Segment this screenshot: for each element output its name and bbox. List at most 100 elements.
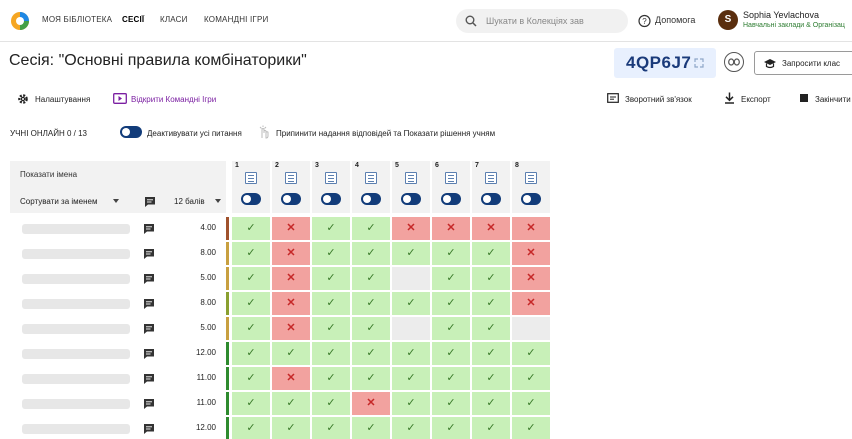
question-column-header[interactable]: 2: [272, 161, 310, 213]
correct-answer-cell[interactable]: ✓: [512, 367, 550, 390]
student-row[interactable]: 5.00 ✓ ✕ ✓ ✓ ✓ ✓: [0, 317, 852, 341]
copy-link-button[interactable]: [724, 52, 744, 72]
chat-icon[interactable]: [144, 196, 156, 208]
nav-my-library[interactable]: МОЯ БІБЛІОТЕКА: [42, 15, 112, 24]
question-type-icon[interactable]: [245, 172, 257, 184]
correct-answer-cell[interactable]: ✓: [312, 292, 350, 315]
question-type-icon[interactable]: [485, 172, 497, 184]
correct-answer-cell[interactable]: ✓: [272, 417, 310, 439]
wrong-answer-cell[interactable]: ✕: [512, 217, 550, 240]
correct-answer-cell[interactable]: ✓: [352, 342, 390, 365]
expand-icon[interactable]: [694, 58, 704, 68]
correct-answer-cell[interactable]: ✓: [392, 392, 430, 415]
wrong-answer-cell[interactable]: ✕: [272, 267, 310, 290]
correct-answer-cell[interactable]: ✓: [472, 417, 510, 439]
chat-icon[interactable]: [143, 398, 155, 410]
correct-answer-cell[interactable]: ✓: [312, 417, 350, 439]
help-link[interactable]: Допомога: [655, 15, 695, 25]
correct-answer-cell[interactable]: ✓: [432, 317, 470, 340]
sort-by-dropdown[interactable]: Сортувати за іменем: [20, 197, 97, 206]
question-active-toggle[interactable]: [521, 193, 541, 205]
chat-icon[interactable]: [143, 323, 155, 335]
hand-pointer-icon[interactable]: [258, 125, 270, 139]
wrong-answer-cell[interactable]: ✕: [432, 217, 470, 240]
chat-icon[interactable]: [143, 248, 155, 260]
correct-answer-cell[interactable]: ✓: [392, 417, 430, 439]
chat-icon[interactable]: [143, 348, 155, 360]
correct-answer-cell[interactable]: ✓: [272, 342, 310, 365]
student-row[interactable]: 5.00 ✓ ✕ ✓ ✓ ✓ ✓ ✕: [0, 267, 852, 291]
correct-answer-cell[interactable]: ✓: [432, 417, 470, 439]
question-active-toggle[interactable]: [481, 193, 501, 205]
unanswered-cell[interactable]: [392, 317, 430, 340]
correct-answer-cell[interactable]: ✓: [312, 317, 350, 340]
feedback-link[interactable]: Зворотний зв'язок: [625, 95, 692, 104]
correct-answer-cell[interactable]: ✓: [432, 367, 470, 390]
question-type-icon[interactable]: [405, 172, 417, 184]
gear-icon[interactable]: [17, 93, 29, 105]
wrong-answer-cell[interactable]: ✕: [272, 367, 310, 390]
correct-answer-cell[interactable]: ✓: [392, 367, 430, 390]
correct-answer-cell[interactable]: ✓: [352, 292, 390, 315]
correct-answer-cell[interactable]: ✓: [312, 267, 350, 290]
wrong-answer-cell[interactable]: ✕: [512, 267, 550, 290]
nav-sessions[interactable]: СЕСІЇ: [122, 15, 144, 24]
stop-square-icon[interactable]: [800, 94, 808, 102]
correct-answer-cell[interactable]: ✓: [232, 417, 270, 439]
correct-answer-cell[interactable]: ✓: [432, 392, 470, 415]
correct-answer-cell[interactable]: ✓: [312, 392, 350, 415]
app-logo-icon[interactable]: [10, 11, 30, 31]
question-active-toggle[interactable]: [241, 193, 261, 205]
question-active-toggle[interactable]: [401, 193, 421, 205]
export-link[interactable]: Експорт: [741, 95, 771, 104]
correct-answer-cell[interactable]: ✓: [392, 292, 430, 315]
wrong-answer-cell[interactable]: ✕: [272, 292, 310, 315]
correct-answer-cell[interactable]: ✓: [512, 417, 550, 439]
correct-answer-cell[interactable]: ✓: [232, 392, 270, 415]
student-row[interactable]: 12.00 ✓ ✓ ✓ ✓ ✓ ✓ ✓ ✓: [0, 417, 852, 439]
correct-answer-cell[interactable]: ✓: [312, 367, 350, 390]
avatar[interactable]: S: [718, 10, 738, 30]
question-type-icon[interactable]: [445, 172, 457, 184]
correct-answer-cell[interactable]: ✓: [352, 242, 390, 265]
correct-answer-cell[interactable]: ✓: [272, 392, 310, 415]
question-column-header[interactable]: 5: [392, 161, 430, 213]
correct-answer-cell[interactable]: ✓: [232, 292, 270, 315]
student-row[interactable]: 8.00 ✓ ✕ ✓ ✓ ✓ ✓ ✓ ✕: [0, 242, 852, 266]
correct-answer-cell[interactable]: ✓: [232, 217, 270, 240]
correct-answer-cell[interactable]: ✓: [512, 392, 550, 415]
show-names-toggle[interactable]: Показати імена: [20, 170, 77, 179]
correct-answer-cell[interactable]: ✓: [232, 367, 270, 390]
correct-answer-cell[interactable]: ✓: [432, 292, 470, 315]
question-active-toggle[interactable]: [361, 193, 381, 205]
student-row[interactable]: 12.00 ✓ ✓ ✓ ✓ ✓ ✓ ✓ ✓: [0, 342, 852, 366]
question-column-header[interactable]: 6: [432, 161, 470, 213]
correct-answer-cell[interactable]: ✓: [472, 342, 510, 365]
correct-answer-cell[interactable]: ✓: [432, 267, 470, 290]
question-column-header[interactable]: 1: [232, 161, 270, 213]
question-active-toggle[interactable]: [441, 193, 461, 205]
correct-answer-cell[interactable]: ✓: [472, 367, 510, 390]
unanswered-cell[interactable]: [512, 317, 550, 340]
user-name[interactable]: Sophia Yevlachova: [743, 10, 819, 20]
student-row[interactable]: 4.00 ✓ ✕ ✓ ✓ ✕ ✕ ✕ ✕: [0, 217, 852, 241]
wrong-answer-cell[interactable]: ✕: [272, 217, 310, 240]
correct-answer-cell[interactable]: ✓: [352, 367, 390, 390]
correct-answer-cell[interactable]: ✓: [352, 217, 390, 240]
correct-answer-cell[interactable]: ✓: [472, 292, 510, 315]
wrong-answer-cell[interactable]: ✕: [392, 217, 430, 240]
question-type-icon[interactable]: [525, 172, 537, 184]
student-row[interactable]: 11.00 ✓ ✓ ✓ ✕ ✓ ✓ ✓ ✓: [0, 392, 852, 416]
correct-answer-cell[interactable]: ✓: [232, 242, 270, 265]
chat-icon[interactable]: [143, 373, 155, 385]
wrong-answer-cell[interactable]: ✕: [472, 217, 510, 240]
wrong-answer-cell[interactable]: ✕: [512, 242, 550, 265]
correct-answer-cell[interactable]: ✓: [472, 392, 510, 415]
correct-answer-cell[interactable]: ✓: [432, 342, 470, 365]
correct-answer-cell[interactable]: ✓: [352, 267, 390, 290]
wrong-answer-cell[interactable]: ✕: [272, 242, 310, 265]
chat-icon[interactable]: [143, 423, 155, 435]
student-row[interactable]: 11.00 ✓ ✕ ✓ ✓ ✓ ✓ ✓ ✓: [0, 367, 852, 391]
correct-answer-cell[interactable]: ✓: [352, 317, 390, 340]
stop-answers-link[interactable]: Припинити надання відповідей та Показати…: [276, 129, 495, 138]
